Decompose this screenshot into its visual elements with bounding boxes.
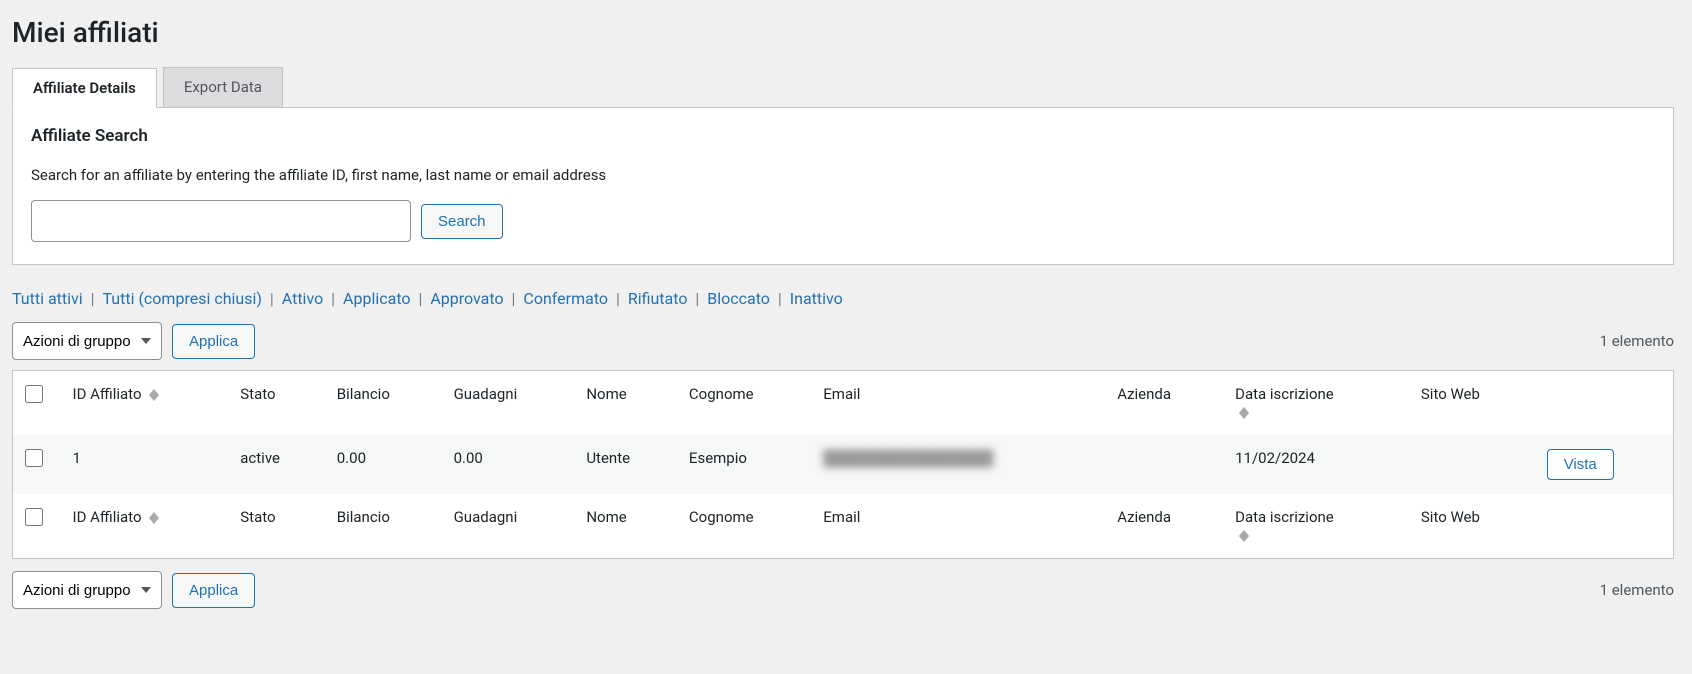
tabs-bar: Affiliate Details Export Data (12, 67, 1674, 108)
bulk-actions-select-top[interactable]: Azioni di gruppo (12, 322, 162, 360)
cell-joindate: 11/02/2024 (1223, 435, 1409, 494)
cell-lastname: Esempio (677, 435, 811, 494)
col-footer-id[interactable]: ID Affiliato (61, 494, 229, 559)
col-header-website: Sito Web (1409, 371, 1535, 436)
filter-approved[interactable]: Approvato (430, 289, 503, 308)
row-checkbox[interactable] (25, 449, 43, 467)
sort-icon (1239, 407, 1249, 419)
sort-icon (149, 512, 159, 524)
cell-balance: 0.00 (325, 435, 442, 494)
col-footer-firstname: Nome (574, 494, 677, 559)
col-footer-lastname: Cognome (677, 494, 811, 559)
filter-active[interactable]: Attivo (282, 289, 323, 308)
col-header-lastname: Cognome (677, 371, 811, 436)
col-footer-state: Stato (228, 494, 324, 559)
cell-state: active (228, 435, 324, 494)
filter-blocked[interactable]: Bloccato (707, 289, 770, 308)
filter-inactive[interactable]: Inattivo (790, 289, 843, 308)
affiliate-search-box: Affiliate Search Search for an affiliate… (12, 107, 1674, 265)
sort-icon (1239, 530, 1249, 542)
search-heading: Affiliate Search (31, 126, 1655, 146)
cell-website (1409, 435, 1535, 494)
cell-earnings: 0.00 (442, 435, 575, 494)
items-count-bottom: 1 elemento (1600, 581, 1674, 599)
cell-email: ████████████████ (811, 435, 1105, 494)
col-header-id[interactable]: ID Affiliato (61, 371, 229, 436)
col-header-balance: Bilancio (325, 371, 442, 436)
items-count-top: 1 elemento (1600, 332, 1674, 350)
cell-id: 1 (61, 435, 229, 494)
col-header-company: Azienda (1105, 371, 1223, 436)
filter-confirmed[interactable]: Confermato (523, 289, 608, 308)
col-footer-website: Sito Web (1409, 494, 1535, 559)
col-header-firstname: Nome (574, 371, 677, 436)
select-all-checkbox-bottom[interactable] (25, 508, 43, 526)
affiliate-search-input[interactable] (31, 200, 411, 242)
filter-all-active[interactable]: Tutti attivi (12, 289, 83, 308)
bulk-apply-button-top[interactable]: Applica (172, 324, 255, 359)
filter-rejected[interactable]: Rifiutato (628, 289, 688, 308)
search-button[interactable]: Search (421, 204, 503, 239)
sort-icon (149, 389, 159, 401)
col-footer-company: Azienda (1105, 494, 1223, 559)
tab-affiliate-details[interactable]: Affiliate Details (12, 68, 157, 108)
affiliates-table: ID Affiliato Stato Bilancio Guadagni Nom… (12, 370, 1674, 559)
col-footer-joindate[interactable]: Data iscrizione (1223, 494, 1409, 559)
select-all-checkbox-top[interactable] (25, 385, 43, 403)
cell-firstname: Utente (574, 435, 677, 494)
table-row: 1 active 0.00 0.00 Utente Esempio ██████… (13, 435, 1674, 494)
status-filters: Tutti attivi | Tutti (compresi chiusi) |… (12, 289, 1674, 308)
view-button[interactable]: Vista (1547, 449, 1614, 480)
col-header-state: Stato (228, 371, 324, 436)
search-hint: Search for an affiliate by entering the … (31, 166, 1655, 184)
bulk-apply-button-bottom[interactable]: Applica (172, 573, 255, 608)
col-header-joindate[interactable]: Data iscrizione (1223, 371, 1409, 436)
col-header-earnings: Guadagni (442, 371, 575, 436)
page-title: Miei affiliati (12, 16, 1674, 49)
col-footer-balance: Bilancio (325, 494, 442, 559)
col-footer-earnings: Guadagni (442, 494, 575, 559)
bulk-actions-select-bottom[interactable]: Azioni di gruppo (12, 571, 162, 609)
col-header-email: Email (811, 371, 1105, 436)
cell-company (1105, 435, 1223, 494)
filter-all-including-closed[interactable]: Tutti (compresi chiusi) (103, 289, 262, 308)
filter-applied[interactable]: Applicato (343, 289, 410, 308)
col-footer-email: Email (811, 494, 1105, 559)
tab-export-data[interactable]: Export Data (163, 67, 283, 107)
